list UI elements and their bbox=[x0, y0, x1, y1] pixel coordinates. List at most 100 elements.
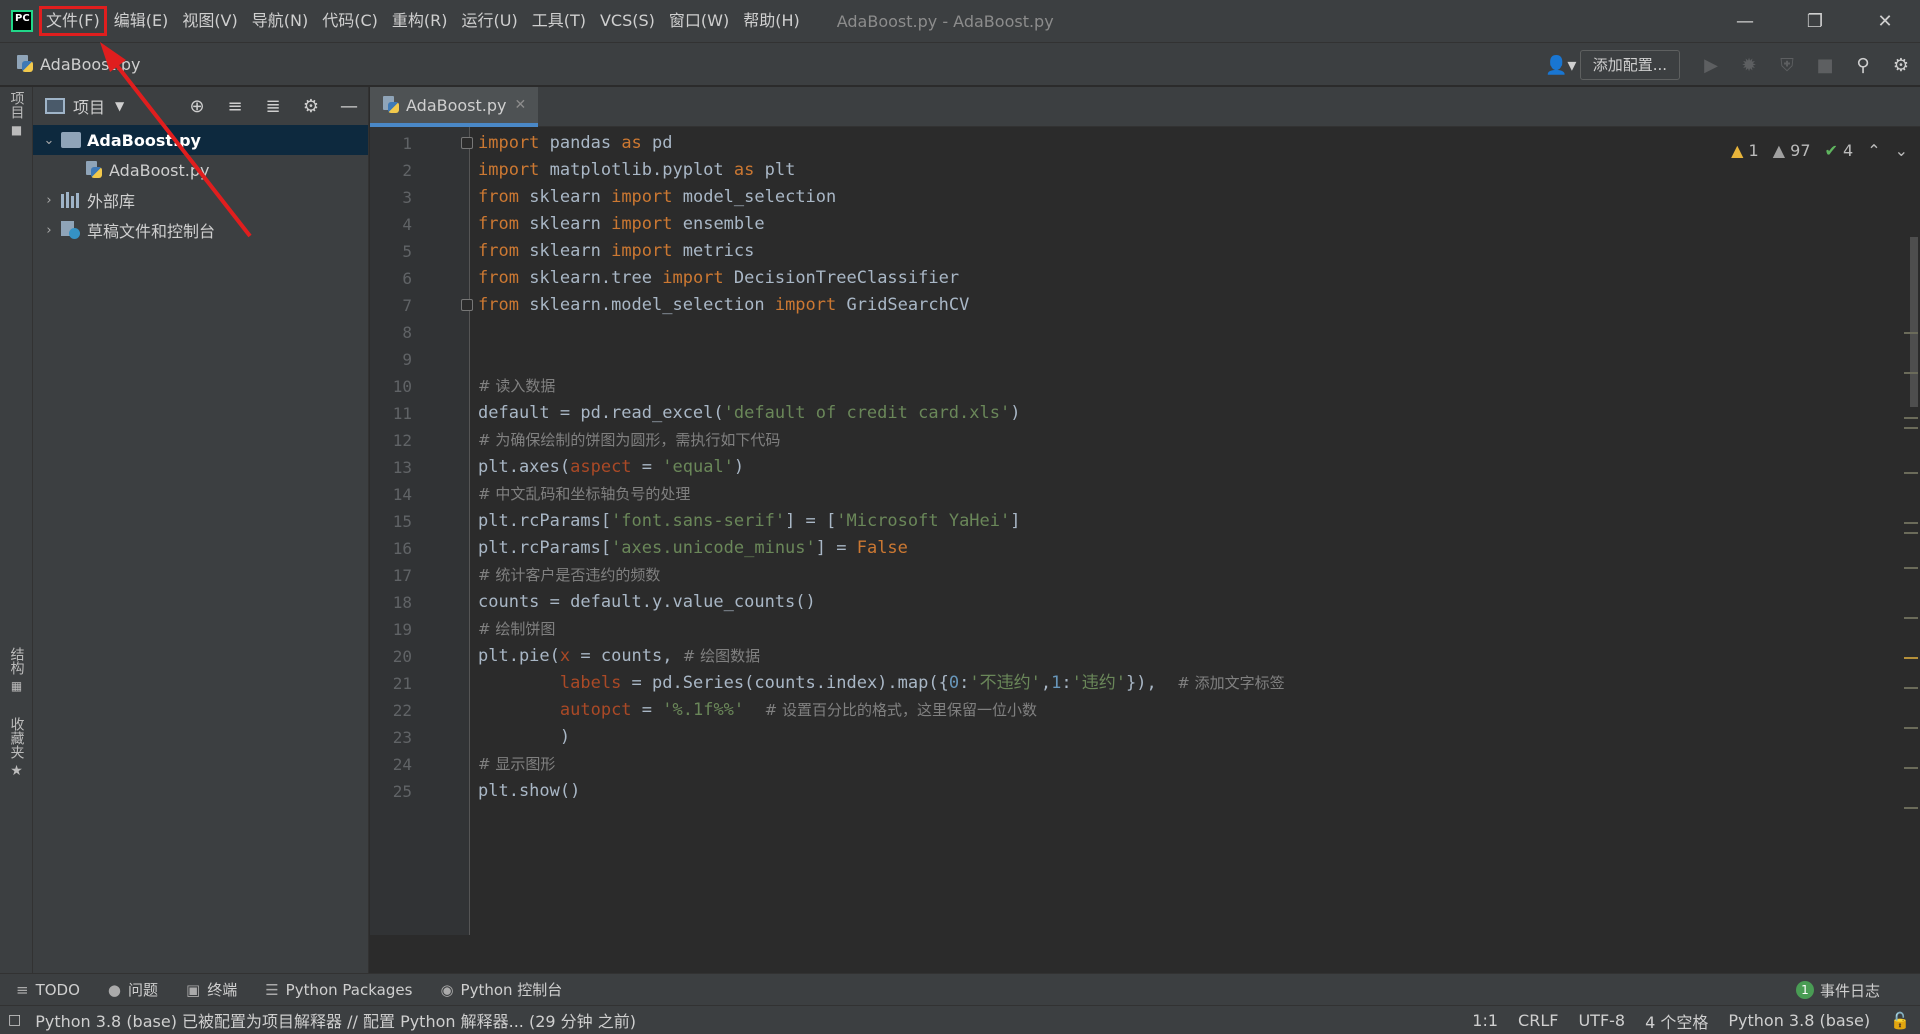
expand-all-icon[interactable]: ≡ bbox=[216, 87, 254, 125]
panel-toggle-icon[interactable]: □ bbox=[8, 1012, 21, 1028]
close-icon[interactable]: ✕ bbox=[1850, 0, 1920, 42]
string-literal: 'Microsoft YaHei' bbox=[836, 511, 1011, 531]
menu-vcs[interactable]: VCS(S) bbox=[593, 6, 662, 36]
weak-warning-count[interactable]: ▲ 97 bbox=[1773, 141, 1811, 160]
tool-window-bar: ≡ TODO ● 问题 ▣ 终端 ☰ Python Packages ◉ Python 控… bbox=[0, 973, 1920, 1005]
chevron-right-icon[interactable]: › bbox=[37, 223, 61, 238]
menu-navigate[interactable]: 导航(N) bbox=[245, 6, 315, 36]
tree-file[interactable]: AdaBoost.py bbox=[33, 155, 368, 185]
scrollbar-thumb[interactable] bbox=[1910, 237, 1918, 407]
code-text: pandas bbox=[539, 133, 622, 153]
stripe-mark[interactable] bbox=[1904, 567, 1918, 569]
typo-count-value: 4 bbox=[1843, 140, 1854, 160]
search-icon[interactable]: ⚲ bbox=[1844, 43, 1882, 87]
fold-icon[interactable] bbox=[461, 137, 473, 149]
event-log-tool[interactable]: 1 事件日志 bbox=[1795, 974, 1880, 1006]
collapse-all-icon[interactable]: ≣ bbox=[254, 87, 292, 125]
stripe-mark[interactable] bbox=[1904, 687, 1918, 689]
fold-icon[interactable] bbox=[461, 299, 473, 311]
stripe-mark[interactable] bbox=[1904, 727, 1918, 729]
window-controls: — ❐ ✕ bbox=[1710, 0, 1920, 42]
restore-icon[interactable]: ❐ bbox=[1780, 0, 1850, 42]
tab-adaboost[interactable]: AdaBoost.py ✕ bbox=[370, 87, 539, 127]
console-label: Python 控制台 bbox=[460, 981, 563, 999]
error-stripe[interactable] bbox=[1902, 127, 1920, 935]
locate-file-icon[interactable]: ⊕ bbox=[178, 87, 216, 125]
stripe-mark[interactable] bbox=[1904, 807, 1918, 809]
scratches-icon bbox=[61, 221, 81, 239]
breadcrumb-file: AdaBoost.py bbox=[40, 54, 141, 74]
stripe-mark[interactable] bbox=[1904, 427, 1918, 429]
chevron-down-icon[interactable]: ⌄ bbox=[37, 133, 61, 148]
structure-tool-tab[interactable]: 结构 ▦ bbox=[0, 647, 33, 693]
menu-tools[interactable]: 工具(T) bbox=[525, 6, 593, 36]
gear-icon[interactable]: ⚙ bbox=[292, 87, 330, 125]
menu-refactor[interactable]: 重构(R) bbox=[385, 6, 455, 36]
code-text: plt.show() bbox=[478, 781, 581, 801]
typo-count[interactable]: ✔ 4 bbox=[1825, 141, 1854, 160]
editor-tab-bar: AdaBoost.py ✕ bbox=[370, 87, 1920, 127]
named-parameter: autopct bbox=[559, 700, 632, 720]
menu-file[interactable]: 文件(F) bbox=[39, 6, 107, 36]
indent-setting[interactable]: 4 个空格 bbox=[1635, 1009, 1718, 1033]
string-literal: 'font.sans-serif' bbox=[611, 511, 786, 531]
stripe-mark[interactable] bbox=[1904, 657, 1918, 659]
stripe-mark[interactable] bbox=[1904, 522, 1918, 524]
stripe-mark[interactable] bbox=[1904, 617, 1918, 619]
tree-root[interactable]: ⌄ AdaBoost.py bbox=[33, 125, 368, 155]
status-message[interactable]: Python 3.8 (base) 已被配置为项目解释器 // 配置 Pytho… bbox=[35, 1008, 636, 1032]
menu-help[interactable]: 帮助(H) bbox=[736, 6, 807, 36]
debug-icon[interactable]: ✹ bbox=[1730, 43, 1768, 87]
interpreter-selector[interactable]: Python 3.8 (base) bbox=[1718, 1011, 1880, 1030]
coverage-icon[interactable]: ⛨ bbox=[1768, 43, 1806, 87]
stripe-mark[interactable] bbox=[1904, 767, 1918, 769]
line-separator[interactable]: CRLF bbox=[1508, 1011, 1568, 1030]
tree-external-libraries[interactable]: › 外部库 bbox=[33, 185, 368, 215]
code-comment: # 显示图形 bbox=[478, 755, 556, 773]
minimize-icon[interactable]: — bbox=[1710, 0, 1780, 42]
python-packages-tool[interactable]: ☰ Python Packages bbox=[265, 981, 412, 999]
settings-icon[interactable]: ⚙ bbox=[1882, 43, 1920, 87]
stripe-mark[interactable] bbox=[1904, 472, 1918, 474]
project-tool-tab[interactable]: 项目 ■ bbox=[0, 91, 33, 137]
python-console-tool[interactable]: ◉ Python 控制台 bbox=[440, 979, 562, 1000]
menu-window[interactable]: 窗口(W) bbox=[662, 6, 736, 36]
number-literal: 0 bbox=[948, 673, 960, 693]
stripe-mark[interactable] bbox=[1904, 417, 1918, 419]
breadcrumb[interactable]: AdaBoost.py bbox=[16, 55, 141, 74]
hide-panel-icon[interactable]: — bbox=[330, 87, 368, 125]
stripe-mark[interactable] bbox=[1904, 372, 1918, 374]
keyword: from bbox=[478, 241, 519, 261]
menu-code[interactable]: 代码(C) bbox=[315, 6, 385, 36]
stripe-mark[interactable] bbox=[1904, 532, 1918, 534]
user-icon[interactable]: 👤▾ bbox=[1542, 43, 1580, 87]
problems-tool[interactable]: ● 问题 bbox=[108, 979, 158, 1000]
caret-position[interactable]: 1:1 bbox=[1462, 1011, 1508, 1030]
stripe-mark[interactable] bbox=[1904, 332, 1918, 334]
stop-icon[interactable]: ■ bbox=[1806, 43, 1844, 87]
menu-edit[interactable]: 编辑(E) bbox=[107, 6, 176, 36]
close-tab-icon[interactable]: ✕ bbox=[515, 97, 527, 113]
tree-scratches[interactable]: › 草稿文件和控制台 bbox=[33, 215, 368, 245]
star-icon: ★ bbox=[10, 763, 23, 779]
project-toolbar: 项目 ▼ ⊕ ≡ ≣ ⚙ — bbox=[33, 87, 368, 125]
run-icon[interactable]: ▶ bbox=[1692, 43, 1730, 87]
menu-view[interactable]: 视图(V) bbox=[175, 6, 244, 36]
add-configuration-button[interactable]: 添加配置... bbox=[1579, 50, 1680, 80]
terminal-tool[interactable]: ▣ 终端 bbox=[186, 979, 237, 1000]
favorites-tool-tab[interactable]: 收藏夹 ★ bbox=[0, 717, 33, 779]
file-encoding[interactable]: UTF-8 bbox=[1568, 1011, 1635, 1030]
lock-icon[interactable]: 🔓 bbox=[1880, 1011, 1920, 1030]
chevron-up-icon[interactable]: ⌃ bbox=[1867, 141, 1880, 160]
string-literal: '%.1f%%' bbox=[662, 700, 745, 720]
project-view-selector[interactable]: 项目 ▼ bbox=[45, 94, 124, 118]
code-text: matplotlib.pyplot bbox=[539, 160, 734, 180]
inspection-widget[interactable]: ▲ 1 ▲ 97 ✔ 4 ⌃ ⌄ bbox=[1725, 135, 1908, 165]
menu-run[interactable]: 运行(U) bbox=[455, 6, 525, 36]
todo-tool[interactable]: ≡ TODO bbox=[16, 981, 80, 999]
window-title: AdaBoost.py - AdaBoost.py bbox=[836, 11, 1054, 31]
code-area[interactable]: 1 2 3 4 5 6 7 8 9 10 11 12 13 14 15 16 17 18 19 20 21 22 23 24 2… bbox=[370, 127, 1920, 935]
warning-count[interactable]: ▲ 1 bbox=[1731, 141, 1759, 160]
chevron-right-icon[interactable]: › bbox=[37, 193, 61, 208]
named-parameter: aspect bbox=[570, 457, 632, 477]
